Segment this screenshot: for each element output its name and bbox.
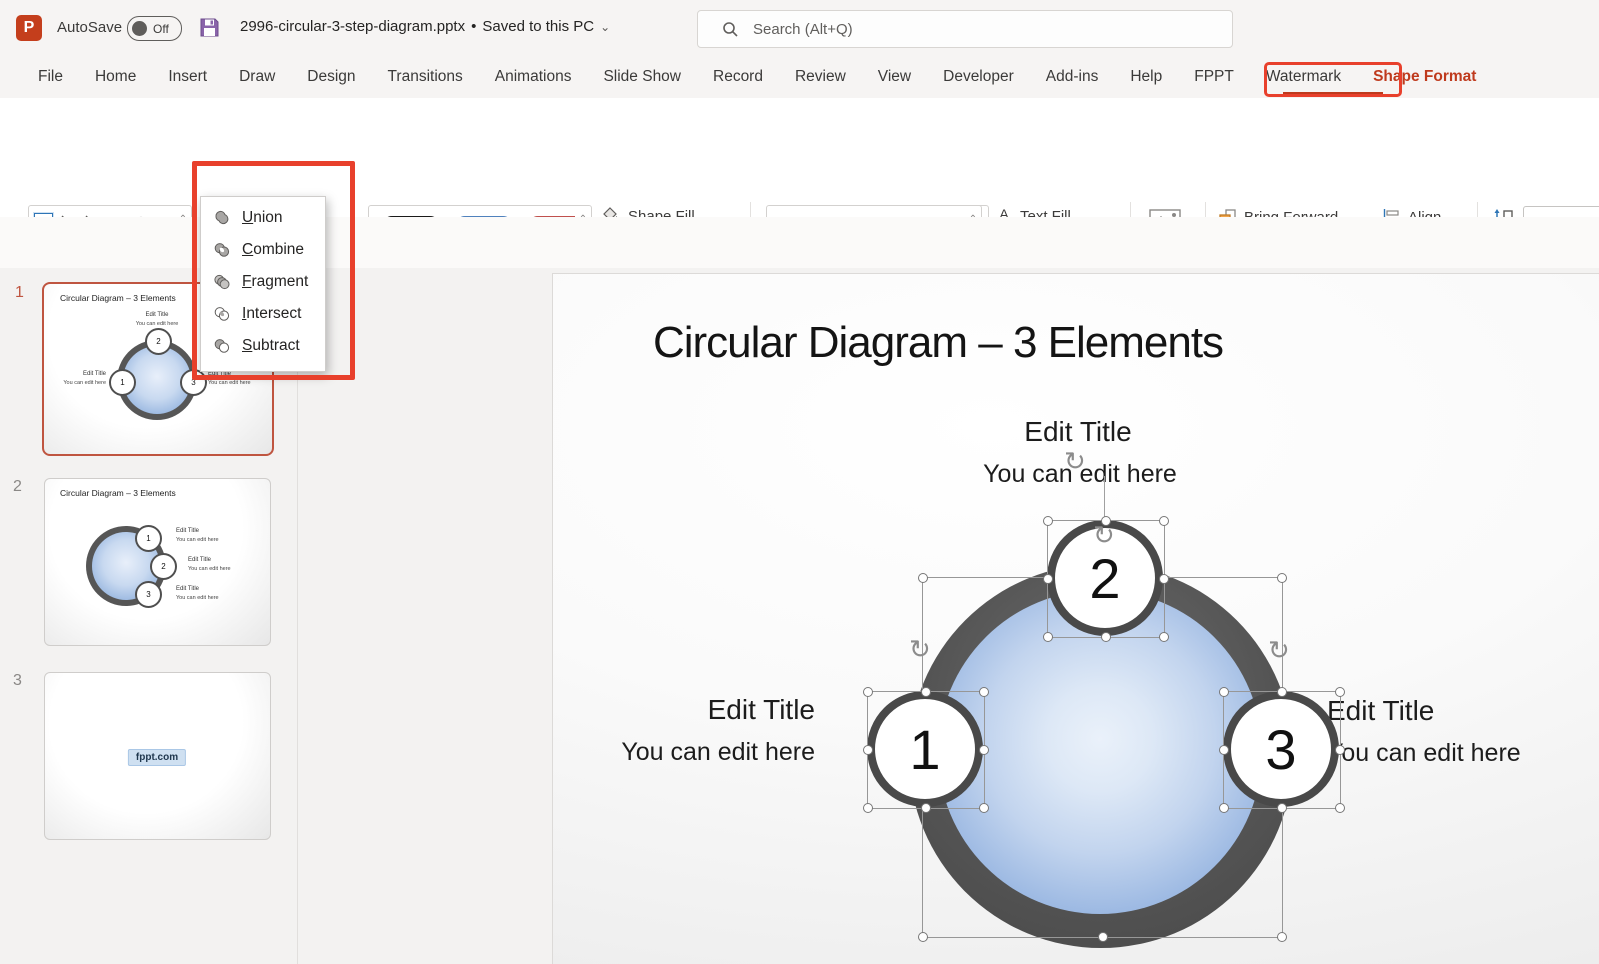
- thumb2-label1-body: You can edit here: [176, 537, 219, 543]
- powerpoint-window: P AutoSave Off 2996-circular-3-step-diag…: [0, 0, 1599, 964]
- thumb1-circle-2: 2: [145, 328, 172, 355]
- selection-handle[interactable]: [863, 803, 873, 813]
- top-edit-title[interactable]: Edit Title: [1024, 416, 1131, 448]
- selection-handle[interactable]: [1277, 573, 1287, 583]
- tab-draw[interactable]: Draw: [223, 56, 291, 98]
- filename: 2996-circular-3-step-diagram.pptx: [240, 18, 466, 35]
- autosave-toggle[interactable]: Off: [127, 16, 182, 41]
- thumb1-left-body: You can edit here: [63, 380, 106, 386]
- selection-handle[interactable]: [1277, 932, 1287, 942]
- selection-handle[interactable]: [1043, 574, 1053, 584]
- selection-handle[interactable]: [1219, 687, 1229, 697]
- selection-handle[interactable]: [918, 932, 928, 942]
- selection-handle[interactable]: [1159, 632, 1169, 642]
- selection-handle[interactable]: [1159, 574, 1169, 584]
- selection-handle[interactable]: [1277, 803, 1287, 813]
- tab-slide-show[interactable]: Slide Show: [587, 56, 697, 98]
- thumb2-label2-body: You can edit here: [188, 566, 231, 572]
- thumb1-title: Circular Diagram – 3 Elements: [60, 293, 176, 303]
- selection-handle[interactable]: [918, 573, 928, 583]
- chevron-down-icon: ⌄: [600, 19, 611, 34]
- selection-handle[interactable]: [979, 745, 989, 755]
- thumb2-circle-3: 3: [135, 581, 162, 608]
- rotate-handle-icon[interactable]: ↻: [909, 636, 931, 662]
- save-icon[interactable]: [198, 16, 221, 39]
- tab-help[interactable]: Help: [1114, 56, 1178, 98]
- left-edit-title[interactable]: Edit Title: [560, 694, 815, 726]
- title-bar: P AutoSave Off 2996-circular-3-step-diag…: [0, 0, 1599, 56]
- selection-handle[interactable]: [1277, 687, 1287, 697]
- left-edit-body[interactable]: You can edit here: [560, 738, 815, 767]
- selection-handle[interactable]: [1101, 632, 1111, 642]
- tab-add-ins[interactable]: Add-ins: [1030, 56, 1115, 98]
- selection-box-circle-3[interactable]: [1219, 687, 1345, 813]
- tab-transitions[interactable]: Transitions: [372, 56, 479, 98]
- selection-box-circle-1[interactable]: [863, 687, 989, 813]
- tab-animations[interactable]: Animations: [479, 56, 588, 98]
- tab-review[interactable]: Review: [779, 56, 862, 98]
- selection-handle[interactable]: [1335, 803, 1345, 813]
- slide-thumbnail-3[interactable]: fppt.com: [44, 672, 271, 840]
- tab-file[interactable]: File: [22, 56, 79, 98]
- thumb1-left-title: Edit Title: [82, 371, 106, 377]
- rotate-handle-icon[interactable]: ↻: [1064, 448, 1086, 474]
- tab-developer[interactable]: Developer: [927, 56, 1030, 98]
- right-edit-body[interactable]: You can edit here: [1327, 739, 1521, 768]
- annotation-box-shape-format-tab: [1264, 62, 1402, 97]
- selection-handle[interactable]: [1043, 516, 1053, 526]
- thumb2-label1-title: Edit Title: [176, 528, 200, 534]
- selection-handle[interactable]: [863, 687, 873, 697]
- thumb2-label3-body: You can edit here: [176, 595, 219, 601]
- thumb2-title: Circular Diagram – 3 Elements: [60, 488, 176, 498]
- slide-title[interactable]: Circular Diagram – 3 Elements: [653, 318, 1224, 368]
- thumb1-circle-1: 1: [109, 369, 136, 396]
- slide-number-3: 3: [13, 672, 22, 689]
- selection-handle[interactable]: [1097, 932, 1108, 942]
- thumb2-circle-1: 1: [135, 525, 162, 552]
- toggle-knob-icon: [132, 21, 147, 36]
- thumb3-fppt-text: fppt.com: [127, 749, 187, 766]
- selection-handle[interactable]: [1159, 516, 1169, 526]
- tab-fppt[interactable]: FPPT: [1178, 56, 1250, 98]
- powerpoint-logo-icon[interactable]: P: [16, 15, 42, 41]
- selection-handle[interactable]: [1043, 632, 1053, 642]
- autosave-state: Off: [153, 21, 169, 36]
- selection-handle[interactable]: [979, 687, 989, 697]
- selection-handle[interactable]: [979, 803, 989, 813]
- rotate-handle-icon[interactable]: ↻: [1268, 637, 1290, 663]
- thumb2-label2-title: Edit Title: [188, 557, 212, 563]
- tab-home[interactable]: Home: [79, 56, 152, 98]
- selection-handle[interactable]: [863, 745, 873, 755]
- selection-handle[interactable]: [921, 687, 931, 697]
- separator: •: [471, 18, 477, 35]
- selection-handle[interactable]: [1335, 687, 1345, 697]
- document-title[interactable]: 2996-circular-3-step-diagram.pptx • Save…: [240, 18, 610, 35]
- selection-handle[interactable]: [921, 803, 931, 813]
- selection-handle[interactable]: [1335, 745, 1345, 755]
- thumb1-top-title: Edit Title: [145, 312, 169, 318]
- slide-number-1: 1: [15, 284, 24, 301]
- tab-design[interactable]: Design: [291, 56, 371, 98]
- autosave-label: AutoSave: [57, 19, 123, 36]
- tab-insert[interactable]: Insert: [152, 56, 223, 98]
- search-icon: [723, 21, 738, 37]
- slide-number-2: 2: [13, 478, 22, 495]
- thumb2-circle-2: 2: [150, 553, 177, 580]
- thumb1-right-body: You can edit here: [208, 380, 251, 386]
- annotation-box-merge-shapes: [192, 161, 355, 380]
- tab-view[interactable]: View: [862, 56, 927, 98]
- search-input[interactable]: Search (Alt+Q): [697, 10, 1233, 48]
- slide-thumbnail-2[interactable]: Circular Diagram – 3 Elements 1 2 3 Edit…: [44, 478, 271, 646]
- thumb2-label3-title: Edit Title: [176, 586, 200, 592]
- selection-handle[interactable]: [1219, 803, 1229, 813]
- selection-handle[interactable]: [1219, 745, 1229, 755]
- saved-status: Saved to this PC: [482, 18, 595, 35]
- thumb1-top-body: You can edit here: [135, 321, 179, 327]
- rotate-handle-icon[interactable]: ↻: [1093, 522, 1115, 548]
- search-placeholder: Search (Alt+Q): [753, 20, 853, 38]
- tab-record[interactable]: Record: [697, 56, 779, 98]
- right-edit-title[interactable]: Edit Title: [1327, 695, 1434, 727]
